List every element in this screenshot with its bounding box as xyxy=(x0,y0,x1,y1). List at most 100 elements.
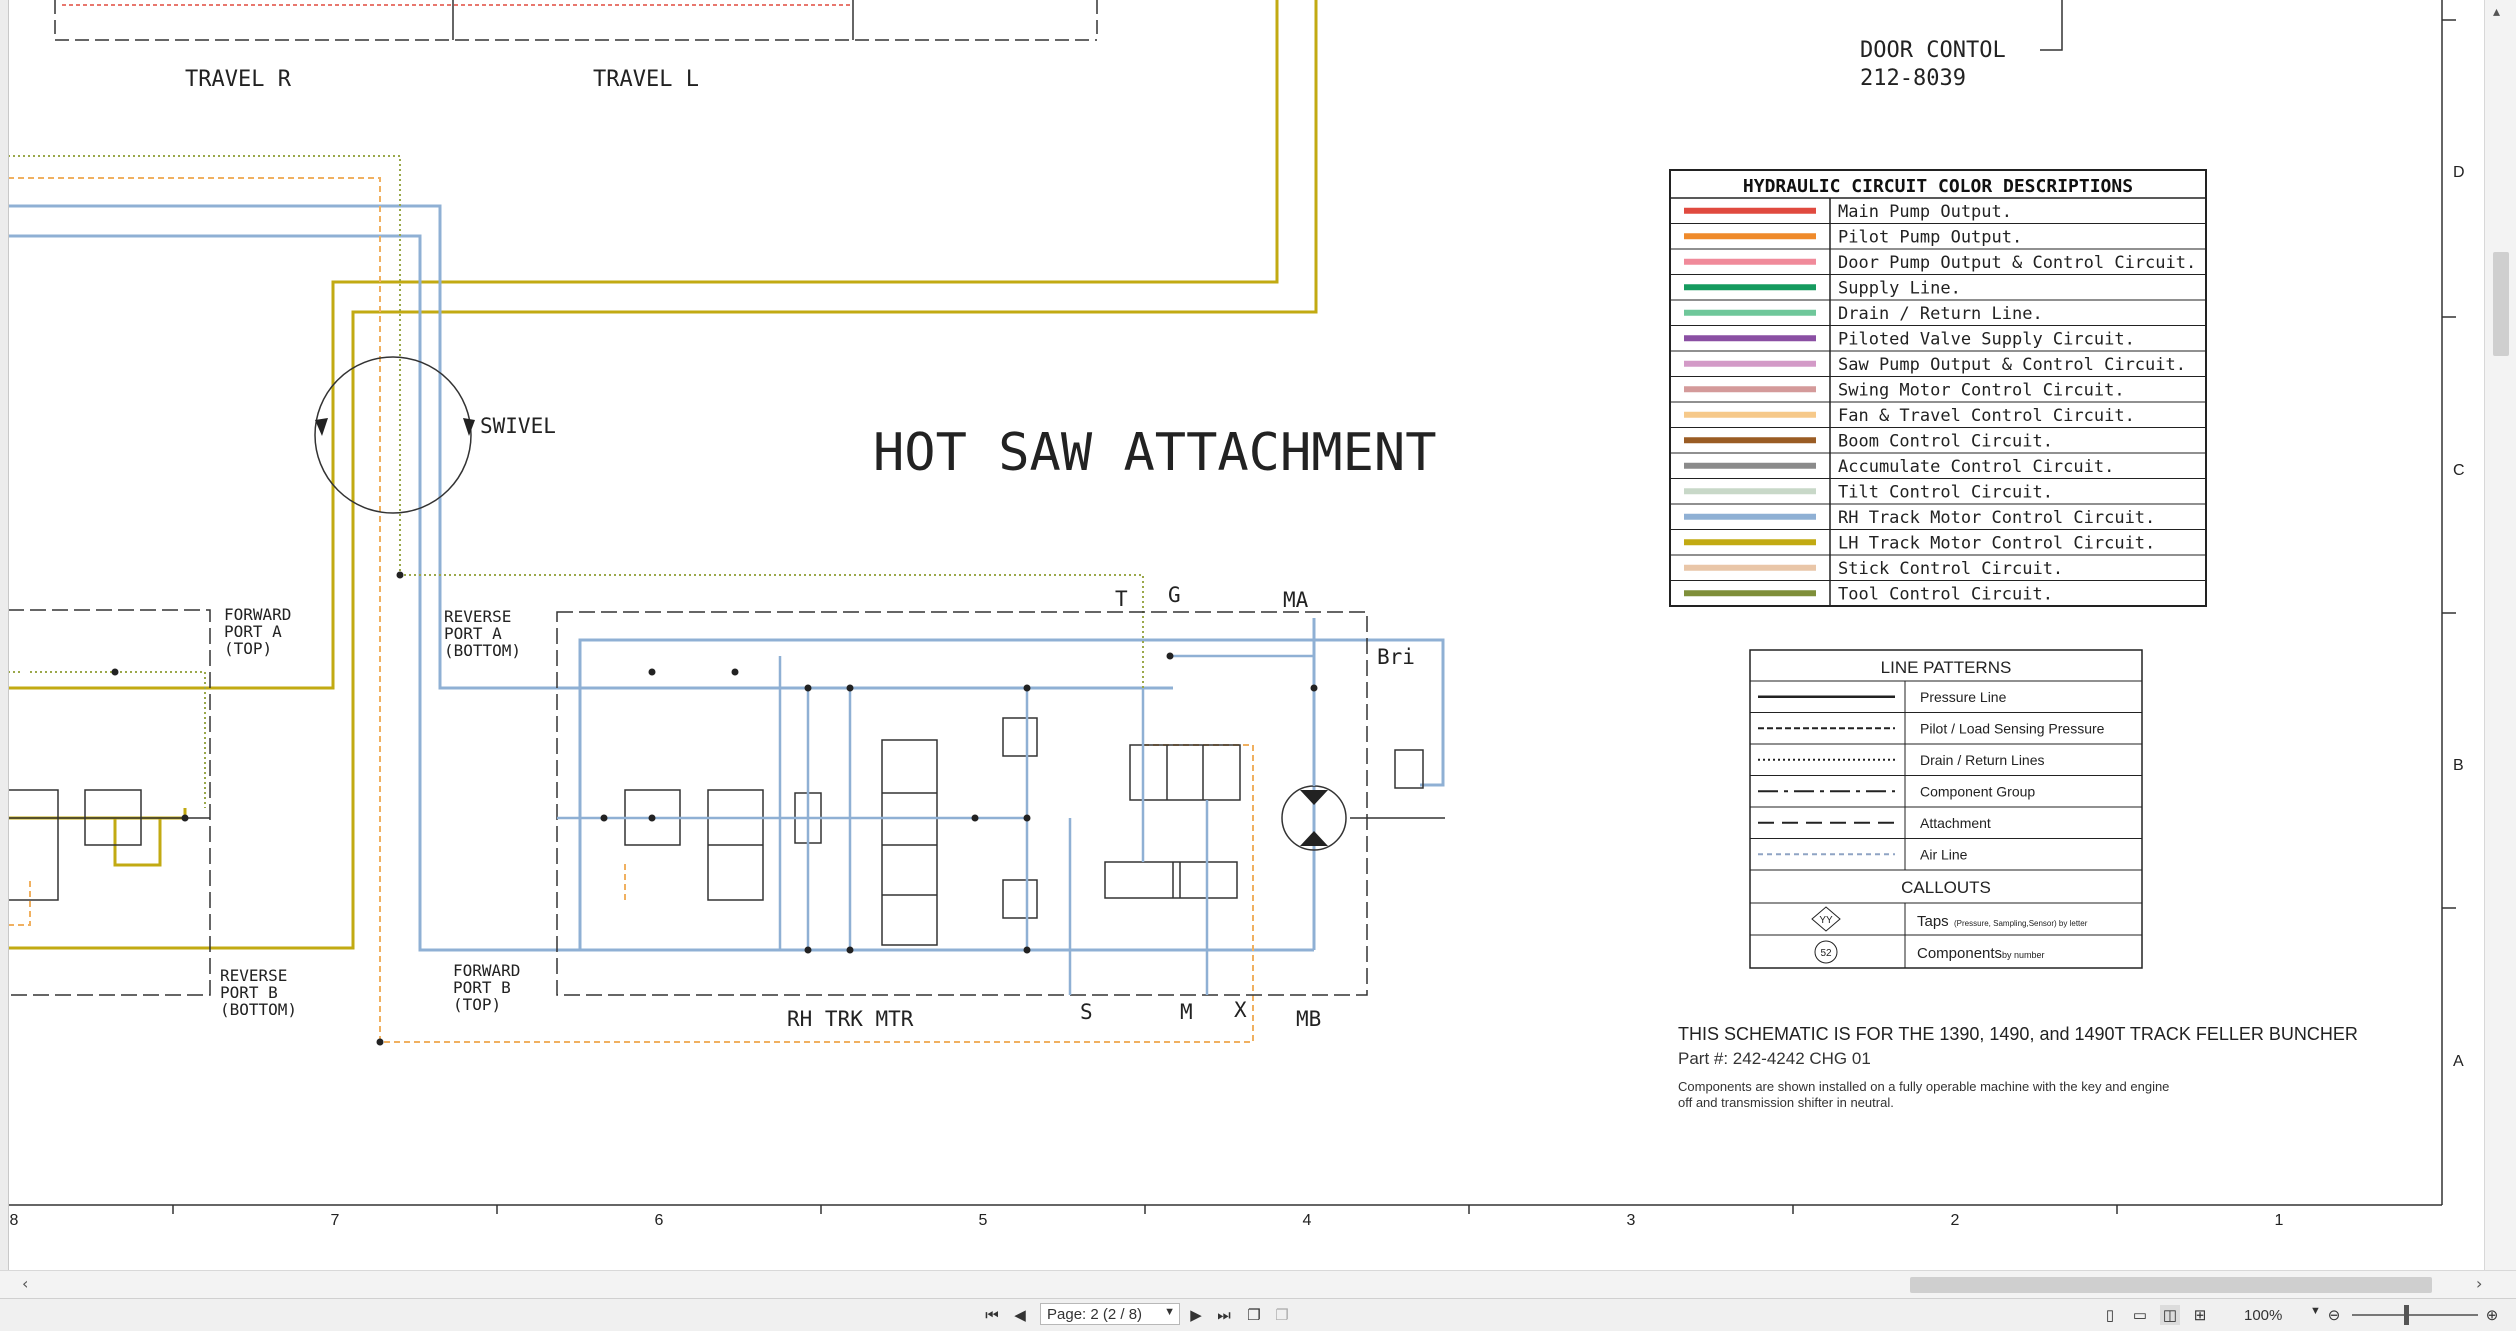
travel-valve-group xyxy=(54,0,1098,41)
pattern-label: Component Group xyxy=(1920,783,2035,799)
rh-track-lines xyxy=(8,204,1445,952)
door-control-label: DOOR CONTOL xyxy=(1860,38,2006,63)
forward-port-a-line3: (TOP) xyxy=(224,639,272,658)
book-view-icon[interactable]: ⊞ xyxy=(2190,1305,2210,1325)
port-x-label: X xyxy=(1234,998,1247,1022)
legend-label: Tilt Control Circuit. xyxy=(1838,482,2053,502)
pattern-label: Air Line xyxy=(1920,846,1968,862)
grid-column-label: 5 xyxy=(979,1212,988,1229)
rh-track-motor-group xyxy=(556,611,1445,996)
legend-label: Drain / Return Line. xyxy=(1838,304,2043,324)
travel-r-label: TRAVEL R xyxy=(185,67,292,92)
previous-page-icon[interactable]: ◀ xyxy=(1010,1305,1030,1325)
document-viewport[interactable]: TRAVEL R TRAVEL L DOOR CONTOL 212-8039 S… xyxy=(0,0,2516,1330)
grid-column-label: 8 xyxy=(10,1212,19,1229)
zoom-level[interactable]: 100% xyxy=(2244,1307,2282,1324)
line-patterns-title: LINE PATTERNS xyxy=(1881,658,2012,677)
legend-label: LH Track Motor Control Circuit. xyxy=(1838,533,2155,553)
two-page-view-icon[interactable]: ◫ xyxy=(2160,1305,2180,1325)
zoom-in-icon[interactable]: ⊕ xyxy=(2482,1305,2502,1325)
notes-line1: Components are shown installed on a full… xyxy=(1678,1079,2169,1094)
zoom-dropdown-icon[interactable]: ▼ xyxy=(2310,1305,2321,1317)
taps-note: (Pressure, Sampling,Sensor) by letter xyxy=(1954,919,2088,928)
pattern-label: Drain / Return Lines xyxy=(1920,752,2045,768)
schematic-canvas: TRAVEL R TRAVEL L DOOR CONTOL 212-8039 S… xyxy=(7,0,2465,1229)
left-component-group xyxy=(7,609,211,996)
legend-label: Pilot Pump Output. xyxy=(1838,227,2022,247)
port-t-label: T xyxy=(1115,587,1128,611)
grid-row-label: D xyxy=(2453,164,2465,181)
scroll-left-icon[interactable]: ‹ xyxy=(22,1274,28,1293)
legend-label: Main Pump Output. xyxy=(1838,202,2012,222)
scroll-up-icon[interactable]: ▴ xyxy=(2493,4,2500,20)
forward-port-b-line3: (TOP) xyxy=(453,995,501,1014)
grid-column-label: 7 xyxy=(331,1212,340,1229)
zoom-slider-knob[interactable] xyxy=(2404,1305,2409,1325)
taps-symbol: YY xyxy=(1819,915,1833,926)
color-legend-title: HYDRAULIC CIRCUIT COLOR DESCRIPTIONS xyxy=(1743,176,2133,197)
port-s-label: S xyxy=(1080,1000,1093,1024)
reverse-port-b-line3: (BOTTOM) xyxy=(220,1000,297,1019)
port-ma-label: MA xyxy=(1283,588,1309,612)
part-number: Part #: 242-4242 CHG 01 xyxy=(1678,1049,1871,1068)
horizontal-scroll-thumb[interactable] xyxy=(1910,1277,2432,1293)
junction-dots xyxy=(111,652,1318,954)
callouts-title: CALLOUTS xyxy=(1901,878,1991,897)
grid-row-label: C xyxy=(2453,462,2465,479)
legend-label: Stick Control Circuit. xyxy=(1838,559,2063,579)
horizontal-scrollbar[interactable]: ‹ › xyxy=(0,1270,2516,1299)
swivel-symbol xyxy=(314,356,475,514)
legend-label: Boom Control Circuit. xyxy=(1838,431,2053,451)
door-control-part: 212-8039 xyxy=(1860,66,1966,91)
page-layout-icon[interactable]: ❐ xyxy=(1272,1305,1292,1325)
legend-label: Saw Pump Output & Control Circuit. xyxy=(1838,355,2186,375)
chevron-down-icon: ▼ xyxy=(1164,1306,1175,1318)
legend-label: Swing Motor Control Circuit. xyxy=(1838,380,2125,400)
single-page-view-icon[interactable]: ▯ xyxy=(2100,1305,2120,1325)
legend-label: RH Track Motor Control Circuit. xyxy=(1838,508,2155,528)
next-page-icon[interactable]: ▶ xyxy=(1186,1305,1206,1325)
components-symbol: 52 xyxy=(1820,948,1832,959)
components-note: by number xyxy=(2002,950,2045,960)
legend-label: Supply Line. xyxy=(1838,278,1961,298)
status-bar: ⏮ ◀ Page: 2 (2 / 8) ▼ ▶ ⏭ ❐ ❐ ▯ ▭ ◫ ⊞ 10… xyxy=(0,1298,2516,1331)
page-selector-value: Page: 2 (2 / 8) xyxy=(1047,1305,1143,1323)
schematic-note: THIS SCHEMATIC IS FOR THE 1390, 1490, an… xyxy=(1678,1024,2358,1044)
port-bri-label: Bri xyxy=(1377,645,1415,669)
last-page-icon[interactable]: ⏭ xyxy=(1214,1305,1234,1325)
notes-line2: off and transmission shifter in neutral. xyxy=(1678,1095,1894,1110)
port-g-label: G xyxy=(1168,583,1181,607)
grid-column-label: 4 xyxy=(1303,1212,1312,1229)
components-label: Components xyxy=(1917,945,2002,962)
legend-label: Tool Control Circuit. xyxy=(1838,584,2053,604)
grid-column-label: 3 xyxy=(1627,1212,1636,1229)
pages-view-icon[interactable]: ❐ xyxy=(1244,1305,1264,1325)
scroll-right-icon[interactable]: › xyxy=(2476,1274,2482,1293)
grid-column-label: 6 xyxy=(655,1212,664,1229)
pattern-label: Pressure Line xyxy=(1920,689,2007,705)
grid-row-label: B xyxy=(2453,757,2464,774)
legend-label: Fan & Travel Control Circuit. xyxy=(1838,406,2135,426)
pattern-label: Attachment xyxy=(1920,815,1991,831)
continuous-view-icon[interactable]: ▭ xyxy=(2130,1305,2150,1325)
port-mb-label: MB xyxy=(1296,1007,1321,1031)
drawing-title: HOT SAW ATTACHMENT xyxy=(873,423,1437,483)
color-legend-table: HYDRAULIC CIRCUIT COLOR DESCRIPTIONS Mai… xyxy=(1669,169,2207,607)
vertical-scrollbar[interactable]: ▴ xyxy=(2484,0,2516,1270)
internal-lines xyxy=(557,654,1316,995)
line-patterns-table: LINE PATTERNS Pressure Line Pilot / Load … xyxy=(1749,649,2143,969)
zoom-slider[interactable] xyxy=(2352,1314,2478,1316)
grid-row-label: A xyxy=(2453,1053,2464,1070)
vertical-scroll-thumb[interactable] xyxy=(2493,252,2509,356)
swivel-label: SWIVEL xyxy=(480,414,556,438)
reverse-port-a-line3: (BOTTOM) xyxy=(444,641,521,660)
zoom-out-icon[interactable]: ⊖ xyxy=(2324,1305,2344,1325)
port-m-label: M xyxy=(1180,1000,1193,1024)
first-page-icon[interactable]: ⏮ xyxy=(982,1305,1002,1325)
grid-column-label: 1 xyxy=(2275,1212,2284,1229)
legend-label: Piloted Valve Supply Circuit. xyxy=(1838,329,2135,349)
column-grid: 8 7 6 5 4 3 2 1 xyxy=(10,1205,2284,1229)
page-selector[interactable]: Page: 2 (2 / 8) ▼ xyxy=(1040,1303,1180,1325)
legend-label: Accumulate Control Circuit. xyxy=(1838,457,2114,477)
row-grid: D C B A xyxy=(2442,19,2465,1070)
